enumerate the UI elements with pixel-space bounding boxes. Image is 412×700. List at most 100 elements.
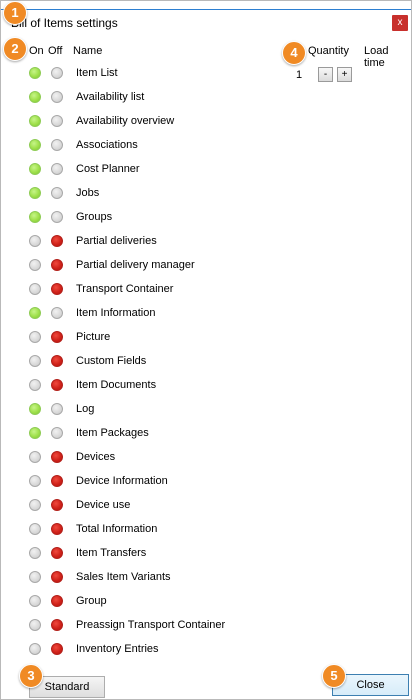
- module-label: Associations: [76, 139, 138, 151]
- on-toggle[interactable]: [29, 115, 41, 127]
- module-label: Item Transfers: [76, 547, 147, 559]
- off-toggle[interactable]: [51, 499, 63, 511]
- column-header-quantity: Quantity: [308, 45, 349, 57]
- off-toggle[interactable]: [51, 619, 63, 631]
- off-toggle[interactable]: [51, 475, 63, 487]
- on-toggle[interactable]: [29, 523, 41, 535]
- close-window-icon[interactable]: x: [392, 15, 408, 31]
- off-toggle[interactable]: [51, 643, 63, 655]
- on-toggle[interactable]: [29, 475, 41, 487]
- column-header-off: Off: [48, 45, 63, 57]
- module-label: Sales Item Variants: [76, 571, 171, 583]
- module-label: Picture: [76, 331, 111, 343]
- off-toggle[interactable]: [51, 403, 63, 415]
- module-label: Log: [76, 403, 95, 415]
- on-toggle[interactable]: [29, 235, 41, 247]
- module-row: Availability overview: [1, 110, 301, 134]
- module-row: Sales Item Variants: [1, 566, 301, 590]
- module-row: Availability list: [1, 86, 301, 110]
- off-toggle[interactable]: [51, 283, 63, 295]
- off-toggle[interactable]: [51, 547, 63, 559]
- module-row: Item Transfers: [1, 542, 301, 566]
- module-row: Group: [1, 590, 301, 614]
- module-row: Transport Container: [1, 278, 301, 302]
- on-toggle[interactable]: [29, 355, 41, 367]
- on-toggle[interactable]: [29, 595, 41, 607]
- module-row: Jobs: [1, 182, 301, 206]
- on-toggle[interactable]: [29, 139, 41, 151]
- module-row: Partial delivery manager: [1, 254, 301, 278]
- on-toggle[interactable]: [29, 499, 41, 511]
- off-toggle[interactable]: [51, 595, 63, 607]
- module-row: Preassign Transport Container: [1, 614, 301, 638]
- on-toggle[interactable]: [29, 187, 41, 199]
- module-row: Inventory Entries: [1, 638, 301, 662]
- module-row: Log: [1, 398, 301, 422]
- off-toggle[interactable]: [51, 91, 63, 103]
- on-toggle[interactable]: [29, 67, 41, 79]
- module-label: Item List: [76, 67, 118, 79]
- module-label: Partial deliveries: [76, 235, 157, 247]
- off-toggle[interactable]: [51, 451, 63, 463]
- module-label: Availability list: [76, 91, 145, 103]
- on-toggle[interactable]: [29, 307, 41, 319]
- on-toggle[interactable]: [29, 211, 41, 223]
- off-toggle[interactable]: [51, 259, 63, 271]
- on-toggle[interactable]: [29, 283, 41, 295]
- on-toggle[interactable]: [29, 331, 41, 343]
- module-row: Associations: [1, 134, 301, 158]
- on-toggle[interactable]: [29, 163, 41, 175]
- module-row: Item Documents: [1, 374, 301, 398]
- off-toggle[interactable]: [51, 211, 63, 223]
- on-toggle[interactable]: [29, 547, 41, 559]
- off-toggle[interactable]: [51, 331, 63, 343]
- module-row: Partial deliveries: [1, 230, 301, 254]
- quantity-increment-button[interactable]: +: [337, 67, 352, 82]
- on-toggle[interactable]: [29, 403, 41, 415]
- off-toggle[interactable]: [51, 355, 63, 367]
- on-toggle[interactable]: [29, 643, 41, 655]
- on-toggle[interactable]: [29, 91, 41, 103]
- off-toggle[interactable]: [51, 427, 63, 439]
- off-toggle[interactable]: [51, 307, 63, 319]
- module-label: Partial delivery manager: [76, 259, 195, 271]
- module-label: Devices: [76, 451, 116, 463]
- off-toggle[interactable]: [51, 571, 63, 583]
- off-toggle[interactable]: [51, 379, 63, 391]
- off-toggle[interactable]: [51, 235, 63, 247]
- on-toggle[interactable]: [29, 451, 41, 463]
- settings-dialog: Bill of Items settings x On Off Name Qua…: [0, 0, 412, 700]
- off-toggle[interactable]: [51, 187, 63, 199]
- module-row: Groups: [1, 206, 301, 230]
- off-toggle[interactable]: [51, 67, 63, 79]
- on-toggle[interactable]: [29, 259, 41, 271]
- on-toggle[interactable]: [29, 427, 41, 439]
- module-label: Jobs: [76, 187, 100, 199]
- module-label: Transport Container: [76, 283, 174, 295]
- module-label: Total Information: [76, 523, 158, 535]
- module-row: Devices: [1, 446, 301, 470]
- title-bar: Bill of Items settings x: [1, 9, 411, 34]
- module-label: Availability overview: [76, 115, 175, 127]
- module-label: Item Information: [76, 307, 156, 319]
- window-title: Bill of Items settings: [11, 16, 118, 30]
- off-toggle[interactable]: [51, 163, 63, 175]
- quantity-decrement-button[interactable]: -: [318, 67, 333, 82]
- module-label: Device Information: [76, 475, 168, 487]
- column-header-on: On: [29, 45, 44, 57]
- module-row: Item List: [1, 62, 301, 86]
- on-toggle[interactable]: [29, 571, 41, 583]
- column-header-name: Name: [73, 45, 103, 57]
- off-toggle[interactable]: [51, 523, 63, 535]
- off-toggle[interactable]: [51, 115, 63, 127]
- on-toggle[interactable]: [29, 619, 41, 631]
- module-label: Device use: [76, 499, 131, 511]
- on-toggle[interactable]: [29, 379, 41, 391]
- off-toggle[interactable]: [51, 139, 63, 151]
- module-label: Custom Fields: [76, 355, 147, 367]
- callout-badge-1: 1: [3, 1, 27, 25]
- module-label: Inventory Entries: [76, 643, 159, 655]
- module-label: Preassign Transport Container: [76, 619, 226, 631]
- module-label: Item Packages: [76, 427, 149, 439]
- module-row: Device use: [1, 494, 301, 518]
